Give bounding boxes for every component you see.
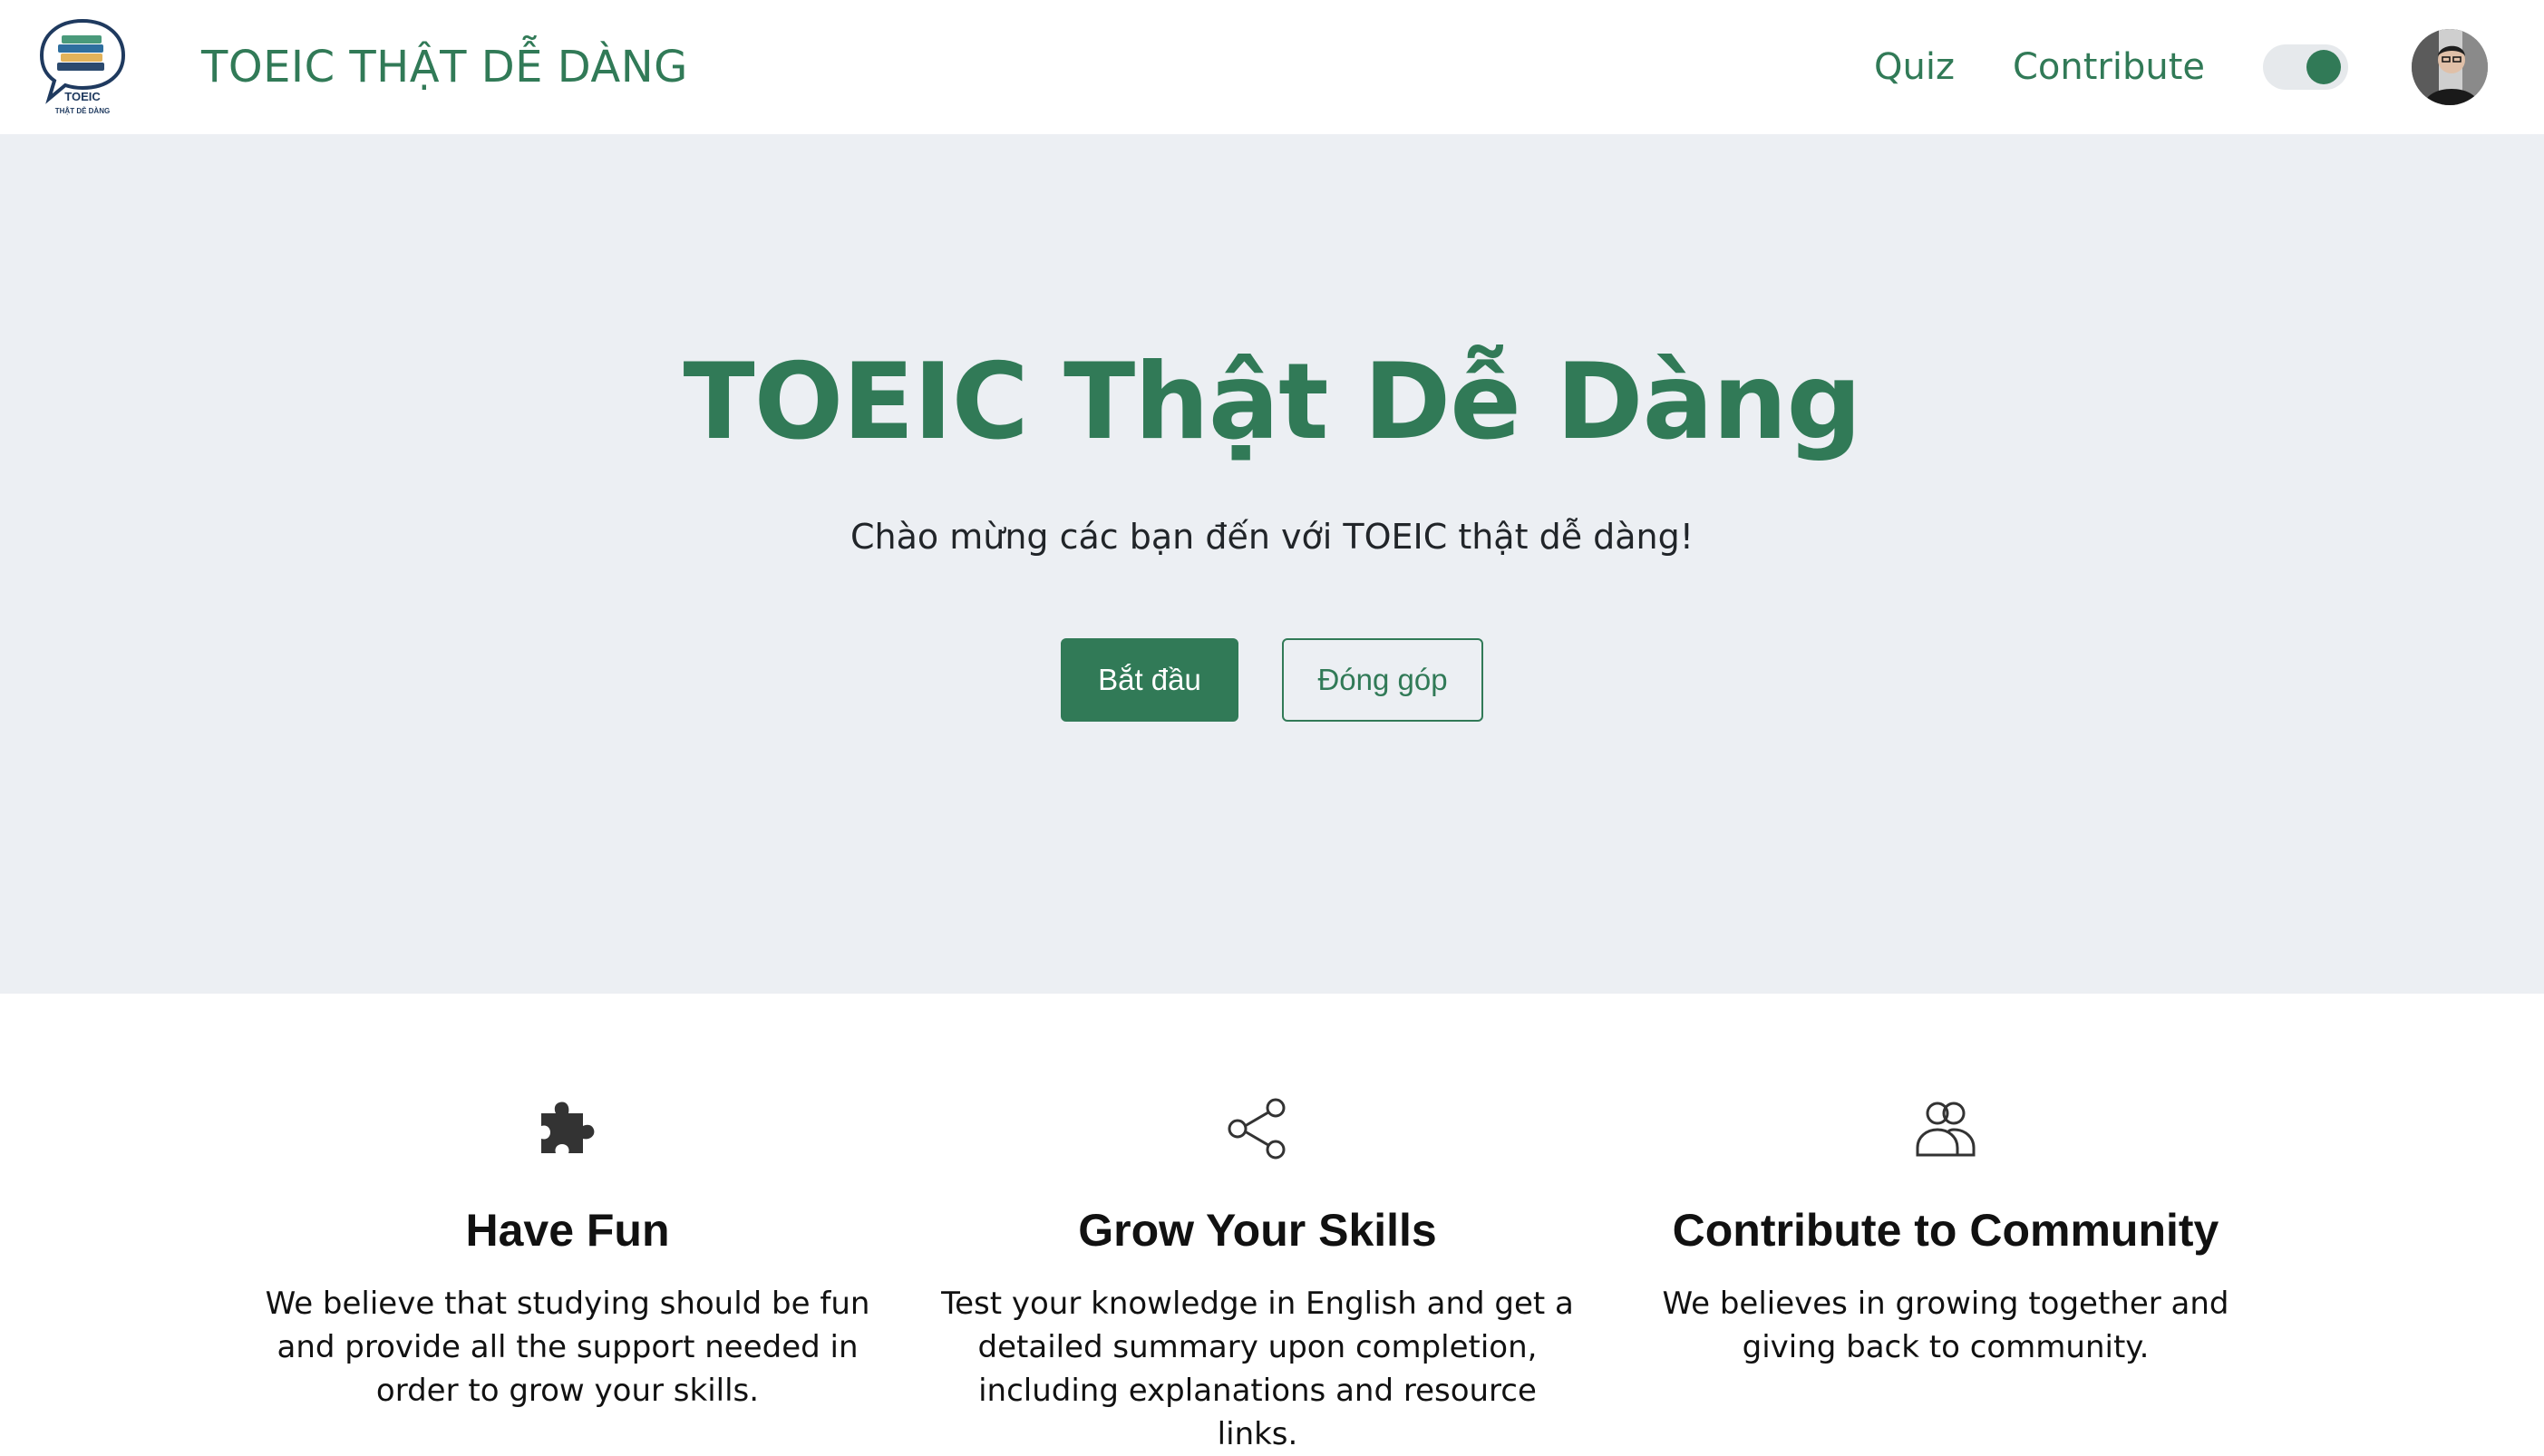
logo-icon[interactable]: TOEIC THẬT DỄ DÀNG (36, 15, 129, 119)
brand-title[interactable]: TOEIC THẬT DỄ DÀNG (201, 42, 688, 92)
user-avatar[interactable] (2412, 29, 2488, 105)
hero-title: TOEIC Thật Dễ Dàng (683, 341, 1861, 463)
nav-link-contribute[interactable]: Contribute (2013, 46, 2205, 88)
toggle-knob (2306, 50, 2341, 84)
hero-subtitle: Chào mừng các bạn đến với TOEIC thật dễ … (850, 517, 1694, 557)
puzzle-icon (541, 1102, 595, 1153)
nav-link-quiz[interactable]: Quiz (1874, 46, 1955, 88)
feature-title: Have Fun (465, 1205, 670, 1256)
start-button[interactable]: Bắt đầu (1061, 638, 1238, 722)
hero-section: TOEIC Thật Dễ Dàng Chào mừng các bạn đến… (0, 134, 2544, 994)
hero-buttons: Bắt đầu Đóng góp (0, 638, 2544, 722)
logo-text-bottom: THẬT DỄ DÀNG (55, 107, 110, 115)
feature-title: Contribute to Community (1672, 1205, 2219, 1256)
features-section: Have Fun We believe that studying should… (0, 994, 2544, 1452)
nav-right: Quiz Contribute (1874, 0, 2488, 134)
contribute-button[interactable]: Đóng góp (1282, 638, 1483, 722)
logo-text-top: TOEIC (64, 90, 101, 103)
feature-text: We believes in growing together and givi… (1662, 1286, 2229, 1365)
theme-toggle[interactable] (2263, 44, 2348, 90)
brand[interactable]: TOEIC THẬT DỄ DÀNG TOEIC THẬT DỄ DÀNG (36, 15, 688, 119)
share-icon (1228, 1098, 1286, 1160)
feature-text: Test your knowledge in English and get a… (941, 1286, 1574, 1452)
navbar: TOEIC THẬT DỄ DÀNG TOEIC THẬT DỄ DÀNG Qu… (0, 0, 2544, 134)
feature-text: We believe that studying should be fun a… (265, 1286, 870, 1409)
feature-title: Grow Your Skills (1078, 1205, 1437, 1256)
avatar-image (2412, 29, 2488, 105)
people-icon (1916, 1102, 1976, 1157)
